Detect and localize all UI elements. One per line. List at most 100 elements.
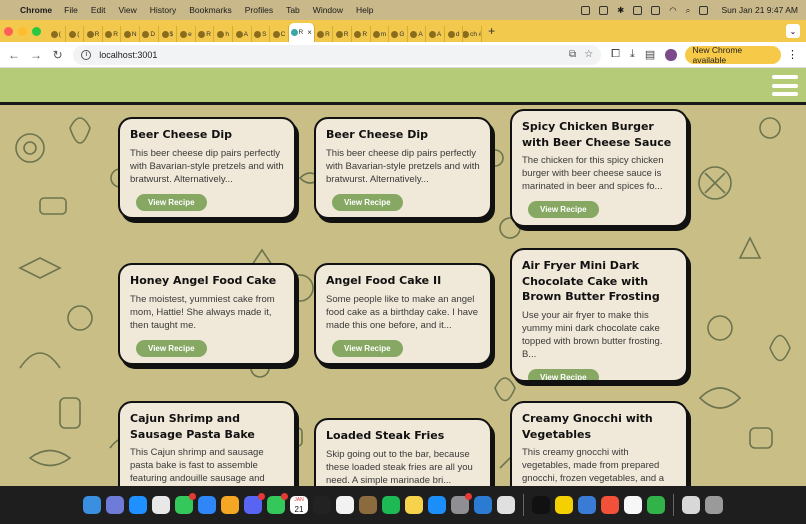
tab[interactable]: (: [66, 26, 85, 42]
reload-icon[interactable]: ↻: [52, 48, 63, 62]
menu-bookmarks[interactable]: Bookmarks: [189, 5, 232, 15]
view-recipe-button[interactable]: View Recipe: [136, 339, 207, 357]
forward-icon[interactable]: →: [30, 48, 42, 62]
status-icon-3[interactable]: [633, 5, 643, 15]
menu-window[interactable]: Window: [313, 5, 343, 15]
update-chrome-button[interactable]: New Chrome available: [684, 45, 782, 65]
wifi-icon[interactable]: ◠: [669, 5, 676, 16]
minimize-window-button[interactable]: [18, 26, 27, 36]
tab-active[interactable]: R ×: [288, 23, 315, 42]
tab[interactable]: m: [371, 26, 390, 42]
menu-tab[interactable]: Tab: [286, 5, 300, 15]
site-info-icon[interactable]: i: [81, 49, 92, 60]
tab[interactable]: A: [426, 26, 445, 42]
control-center-icon[interactable]: [699, 5, 709, 15]
profile-avatar[interactable]: [665, 48, 677, 61]
menubar-clock[interactable]: Sun Jan 21 9:47 AM: [721, 5, 798, 15]
menu-history[interactable]: History: [150, 5, 176, 15]
recipe-description: Use your air fryer to make this yummy mi…: [522, 309, 663, 360]
zoom-window-button[interactable]: [32, 26, 41, 36]
status-icon-4[interactable]: [651, 5, 661, 15]
notes-icon[interactable]: [405, 496, 423, 514]
tab[interactable]: e: [177, 26, 196, 42]
status-icon-2[interactable]: [599, 5, 609, 15]
iterm-icon[interactable]: [532, 496, 550, 514]
reminders-icon[interactable]: [336, 496, 354, 514]
status-icon-1[interactable]: [581, 5, 591, 15]
tab[interactable]: R: [196, 26, 215, 42]
cast-icon[interactable]: ⧉: [569, 49, 576, 60]
mail-icon[interactable]: [198, 496, 216, 514]
view-recipe-button[interactable]: View Recipe: [528, 201, 599, 218]
extensions-icon[interactable]: ⧠: [611, 48, 620, 61]
discord-icon[interactable]: [244, 493, 265, 514]
chrome-icon[interactable]: [152, 496, 170, 514]
settings-icon[interactable]: [451, 493, 472, 514]
new-tab-button[interactable]: +: [488, 24, 495, 38]
tab[interactable]: C: [270, 26, 289, 42]
tab[interactable]: h: [214, 26, 233, 42]
view-recipe-button[interactable]: View Recipe: [528, 368, 599, 380]
calendar-icon[interactable]: JAN 21: [290, 496, 308, 514]
vscode-icon[interactable]: [474, 496, 492, 514]
tab[interactable]: G: [389, 26, 408, 42]
view-recipe-button[interactable]: View Recipe: [136, 193, 207, 211]
todo-icon[interactable]: [555, 496, 573, 514]
tab[interactable]: R: [315, 26, 334, 42]
trash-icon[interactable]: [705, 496, 723, 514]
tab[interactable]: (: [47, 26, 66, 42]
tab[interactable]: $: [159, 26, 178, 42]
app-menu[interactable]: Chrome: [20, 5, 52, 15]
search-icon[interactable]: ⌕: [686, 5, 691, 16]
menu-edit[interactable]: Edit: [91, 5, 106, 15]
cube-icon[interactable]: [497, 496, 515, 514]
swift-icon[interactable]: [601, 496, 619, 514]
chrome-menu-icon[interactable]: ⋮: [787, 48, 798, 61]
launchpad-icon[interactable]: [106, 496, 124, 514]
tab[interactable]: R: [333, 26, 352, 42]
tab[interactable]: R: [352, 26, 371, 42]
tab[interactable]: S: [252, 26, 271, 42]
url-text[interactable]: localhost:3001: [99, 50, 157, 60]
back-icon[interactable]: ←: [8, 48, 20, 62]
safari-icon[interactable]: [129, 496, 147, 514]
facetime-icon[interactable]: [267, 493, 288, 514]
appstore-icon[interactable]: [428, 496, 446, 514]
view-recipe-button[interactable]: View Recipe: [332, 193, 403, 211]
tab[interactable]: d: [445, 26, 464, 42]
pen-icon[interactable]: [578, 496, 596, 514]
sidepanel-icon[interactable]: ▤: [645, 48, 655, 61]
tab[interactable]: ch #: [463, 26, 483, 42]
tab-search-button[interactable]: ⌄: [786, 24, 800, 38]
terminal-icon[interactable]: [313, 496, 331, 514]
view-recipe-button[interactable]: View Recipe: [332, 339, 403, 357]
paper-icon[interactable]: [624, 496, 642, 514]
tab[interactable]: A: [408, 26, 427, 42]
address-bar[interactable]: i localhost:3001 ⧉ ☆: [73, 44, 602, 65]
menu-help[interactable]: Help: [356, 5, 373, 15]
tab[interactable]: D: [140, 26, 159, 42]
menu-file[interactable]: File: [64, 5, 78, 15]
box-icon[interactable]: [359, 496, 377, 514]
bluetooth-icon[interactable]: ✱: [617, 5, 624, 16]
folder-icon[interactable]: [682, 496, 700, 514]
window-controls: [4, 26, 41, 36]
numbers-icon[interactable]: [647, 496, 665, 514]
close-window-button[interactable]: [4, 26, 13, 36]
photos-icon[interactable]: [221, 496, 239, 514]
menu-view[interactable]: View: [118, 5, 136, 15]
tab[interactable]: R: [84, 26, 103, 42]
messages-icon[interactable]: [175, 493, 196, 514]
tab[interactable]: A: [233, 26, 252, 42]
download-icon[interactable]: ⤓: [630, 48, 635, 61]
finder-icon[interactable]: [83, 496, 101, 514]
hamburger-menu-icon[interactable]: [772, 75, 798, 96]
tab[interactable]: R: [103, 26, 122, 42]
close-tab-icon[interactable]: ×: [307, 28, 312, 37]
bookmark-star-icon[interactable]: ☆: [584, 49, 593, 60]
browser-toolbar: ← → ↻ i localhost:3001 ⧉ ☆ ⧠ ⤓ ▤ New Chr…: [0, 42, 806, 68]
tab[interactable]: N: [121, 26, 140, 42]
tab-favicon-icon: [142, 30, 150, 38]
menu-profiles[interactable]: Profiles: [245, 5, 273, 15]
spotify-icon[interactable]: [382, 496, 400, 514]
